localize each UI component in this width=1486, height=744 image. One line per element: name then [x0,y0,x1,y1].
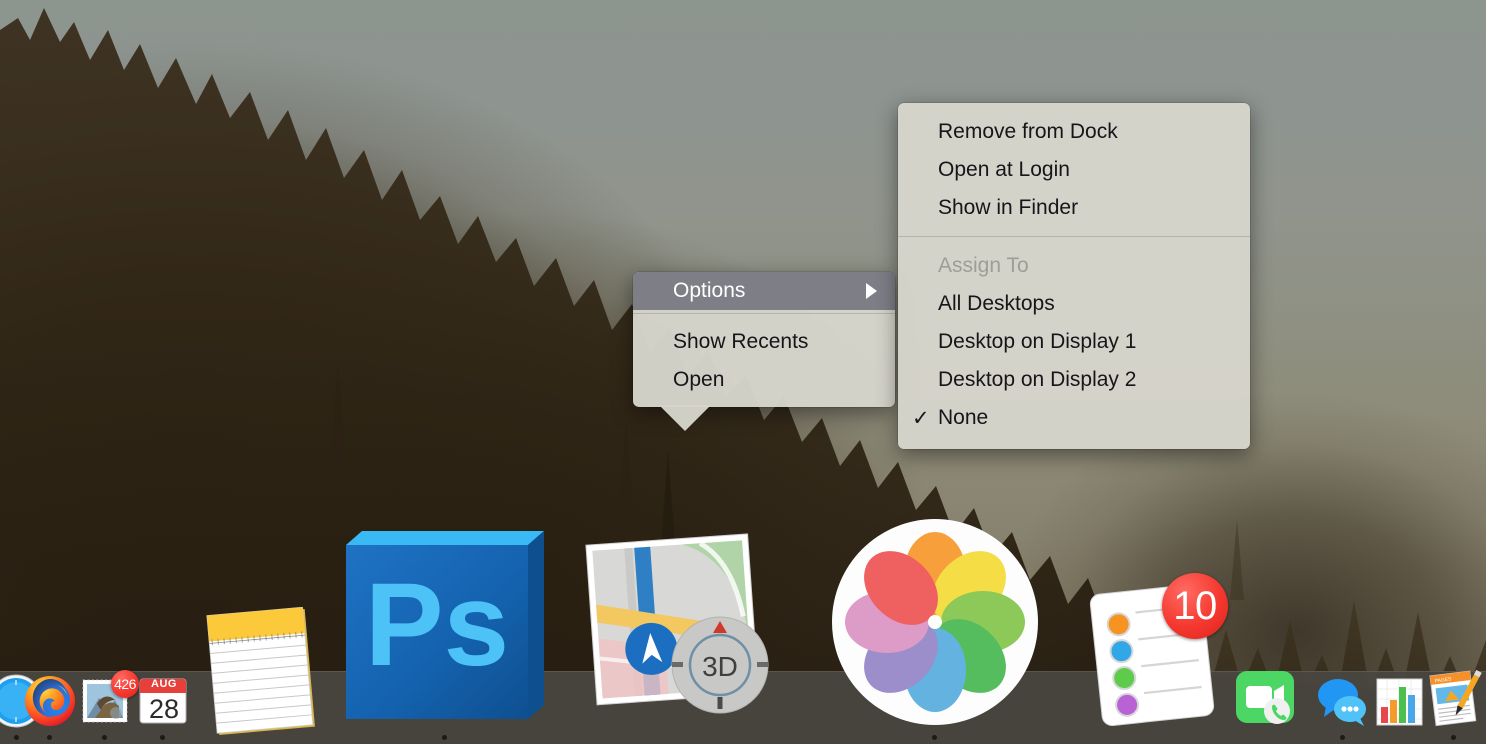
submenu-item-label: Desktop on Display 1 [938,330,1137,353]
dock-item-maps[interactable]: 3D [578,529,778,734]
submenu-separator [898,236,1250,237]
photoshop-glyph: Ps [365,559,509,691]
submenu-item-label: Remove from Dock [938,120,1118,143]
menu-separator [633,313,895,314]
submenu-item-remove-from-dock[interactable]: Remove from Dock [898,113,1250,151]
checkmark-icon: ✓ [912,406,930,430]
mail-badge: 426 [111,670,139,698]
submenu-spacer-2 [898,240,1250,247]
submenu-item-none[interactable]: ✓ None [898,399,1250,437]
reminders-badge: 10 [1162,573,1228,639]
running-indicator [47,735,52,740]
dock-item-notes[interactable] [200,606,324,742]
submenu-bottom-padding [898,437,1250,449]
macos-dock[interactable]: 426 AUG 28 Ps 3D 10 PAGES [0,519,1486,744]
notes-icon [206,606,315,735]
messages-icon [1318,679,1366,726]
submenu-item-label: Open at Login [938,158,1070,181]
submenu-arrow-icon [866,283,877,299]
submenu-item-show-in-finder[interactable]: Show in Finder [898,189,1250,227]
maps-icon: 3D [585,533,769,714]
pages-icon: PAGES [1429,670,1482,727]
running-indicator [102,735,107,740]
submenu-top-padding [898,103,1250,113]
submenu-item-desktop-display-2[interactable]: Desktop on Display 2 [898,361,1250,399]
submenu-spacer [898,227,1250,233]
running-indicator [1340,735,1345,740]
menu-item-open[interactable]: Open [633,361,895,399]
dock-item-reminders[interactable]: 10 [1082,573,1228,734]
menu-item-label: Show Recents [673,330,809,353]
dock-item-calendar[interactable]: AUG 28 [136,674,192,735]
submenu-header-assign-to: Assign To [898,247,1250,285]
calendar-icon [139,678,187,724]
dock-item-firefox[interactable] [22,673,78,734]
running-indicator [1451,735,1456,740]
dock-items-container: 426 AUG 28 Ps 3D 10 PAGES [0,519,1486,744]
firefox-icon [25,676,75,726]
desktop-screen: Options Show Recents Open Remove from Do… [0,0,1486,744]
dock-item-mail[interactable]: 426 [79,670,139,735]
maps-3d-glyph: 3D [702,651,738,682]
numbers-icon [1376,678,1423,726]
photoshop-icon: Ps [346,531,544,719]
submenu-item-label: Show in Finder [938,196,1079,219]
running-indicator [160,735,165,740]
facetime-icon [1236,671,1294,724]
submenu-item-open-at-login[interactable]: Open at Login [898,151,1250,189]
dock-item-photos[interactable] [830,517,1040,732]
dock-context-menu[interactable]: Options Show Recents Open [633,272,895,431]
running-indicator [932,735,937,740]
menu-item-label: Open [673,368,725,391]
submenu-item-all-desktops[interactable]: All Desktops [898,285,1250,323]
options-submenu[interactable]: Remove from Dock Open at Login Show in F… [898,103,1250,449]
menu-item-options[interactable]: Options [633,272,895,310]
dock-item-messages[interactable] [1314,673,1370,734]
submenu-item-desktop-display-1[interactable]: Desktop on Display 1 [898,323,1250,361]
menu-item-show-recents[interactable]: Show Recents [633,323,895,361]
dock-item-numbers[interactable] [1372,675,1426,734]
submenu-item-label: All Desktops [938,292,1055,315]
running-indicator [442,735,447,740]
dock-item-pages[interactable]: PAGES [1425,669,1486,734]
submenu-item-label: Assign To [938,254,1029,277]
dock-item-facetime[interactable] [1234,667,1296,734]
dock-item-photoshop[interactable]: Ps [338,515,550,736]
submenu-item-label: Desktop on Display 2 [938,368,1137,391]
running-indicator [14,735,19,740]
menu-item-label: Options [673,279,746,302]
menu-pointer-triangle [659,405,711,431]
photos-icon [832,519,1038,725]
